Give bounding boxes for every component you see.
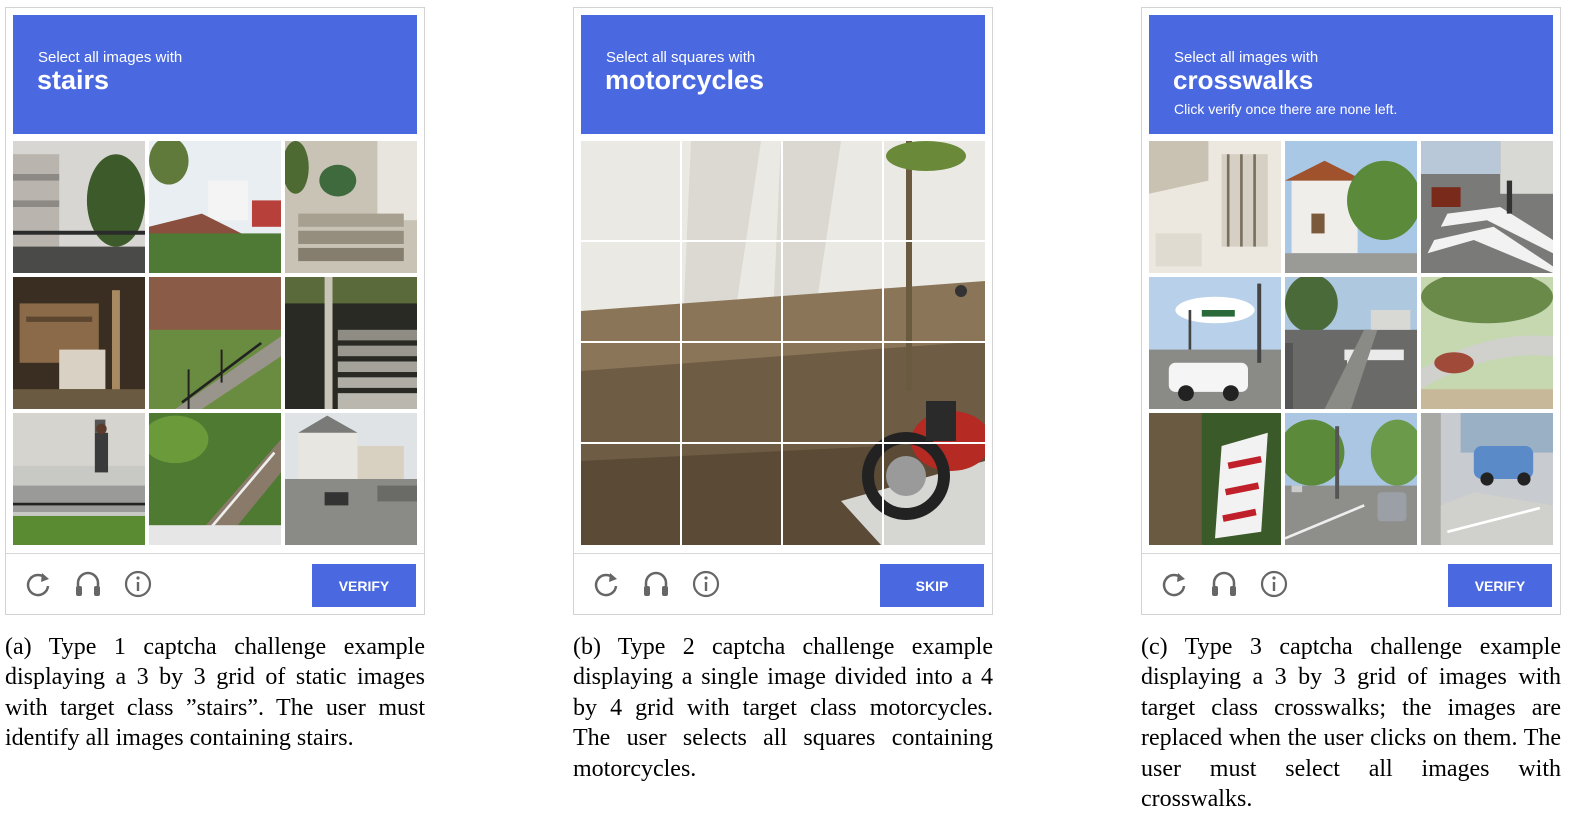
square-grid	[581, 141, 985, 545]
grid-square[interactable]	[884, 242, 985, 343]
verify-button[interactable]: VERIFY	[312, 564, 416, 607]
captcha-widget-stairs: Select all images with stairs VERIFY	[5, 7, 425, 615]
image-tile[interactable]	[285, 141, 417, 273]
challenge-prompt: Select all images with	[38, 49, 183, 66]
reload-icon[interactable]	[1158, 568, 1190, 600]
image-tile[interactable]	[1285, 277, 1417, 409]
challenge-footer: SKIP	[574, 553, 992, 615]
headphones-icon[interactable]	[72, 568, 104, 600]
challenge-prompt: Select all squares with	[606, 49, 756, 66]
grid-square[interactable]	[884, 444, 985, 545]
challenge-footer: VERIFY	[1142, 553, 1560, 615]
image-tile[interactable]	[285, 413, 417, 545]
grid-square[interactable]	[682, 242, 783, 343]
caption-b: (b) Type 2 captcha challenge example dis…	[573, 634, 993, 782]
grid-square[interactable]	[581, 242, 682, 343]
grid-square[interactable]	[581, 141, 682, 242]
caption-a: (a) Type 1 captcha challenge example dis…	[5, 634, 425, 752]
reload-icon[interactable]	[22, 568, 54, 600]
headphones-icon[interactable]	[640, 568, 672, 600]
reload-icon[interactable]	[590, 568, 622, 600]
image-tile[interactable]	[149, 277, 281, 409]
image-tile[interactable]	[1421, 141, 1553, 273]
grid-square[interactable]	[884, 343, 985, 444]
info-icon[interactable]	[690, 568, 722, 600]
image-tile[interactable]	[1421, 413, 1553, 545]
challenge-header: Select all images with stairs	[13, 15, 417, 134]
image-grid	[13, 141, 417, 545]
image-tile[interactable]	[149, 141, 281, 273]
image-tile[interactable]	[1149, 141, 1281, 273]
grid-square[interactable]	[682, 343, 783, 444]
image-tile[interactable]	[1421, 277, 1553, 409]
grid-square[interactable]	[783, 141, 884, 242]
image-tile[interactable]	[13, 277, 145, 409]
captcha-widget-crosswalks: Select all images with crosswalks Click …	[1141, 7, 1561, 615]
image-grid	[581, 141, 985, 545]
grid-square[interactable]	[783, 444, 884, 545]
image-tile[interactable]	[13, 413, 145, 545]
challenge-header: Select all squares with motorcycles	[581, 15, 985, 134]
verify-button[interactable]: VERIFY	[1448, 564, 1552, 607]
skip-button[interactable]: SKIP	[880, 564, 984, 607]
challenge-target: motorcycles	[605, 65, 765, 95]
image-tile[interactable]	[1285, 413, 1417, 545]
headphones-icon[interactable]	[1208, 568, 1240, 600]
challenge-target: crosswalks	[1173, 65, 1314, 95]
info-icon[interactable]	[1258, 568, 1290, 600]
challenge-target: stairs	[37, 65, 110, 95]
grid-square[interactable]	[783, 343, 884, 444]
image-tile[interactable]	[1149, 277, 1281, 409]
image-tile[interactable]	[149, 413, 281, 545]
image-tile[interactable]	[1149, 413, 1281, 545]
grid-square[interactable]	[783, 242, 884, 343]
captcha-widget-motorcycles: Select all squares with motorcycles SKIP	[573, 7, 993, 615]
image-tile[interactable]	[1285, 141, 1417, 273]
challenge-footer: VERIFY	[6, 553, 424, 615]
challenge-subtext: Click verify once there are none left.	[1174, 101, 1398, 117]
image-tile[interactable]	[13, 141, 145, 273]
grid-square[interactable]	[682, 141, 783, 242]
caption-c: (c) Type 3 captcha challenge example dis…	[1141, 634, 1561, 813]
challenge-prompt: Select all images with	[1174, 49, 1319, 66]
image-grid	[1149, 141, 1553, 545]
grid-square[interactable]	[884, 141, 985, 242]
image-tile[interactable]	[285, 277, 417, 409]
info-icon[interactable]	[122, 568, 154, 600]
grid-square[interactable]	[581, 444, 682, 545]
grid-square[interactable]	[682, 444, 783, 545]
grid-square[interactable]	[581, 343, 682, 444]
challenge-header: Select all images with crosswalks Click …	[1149, 15, 1553, 134]
